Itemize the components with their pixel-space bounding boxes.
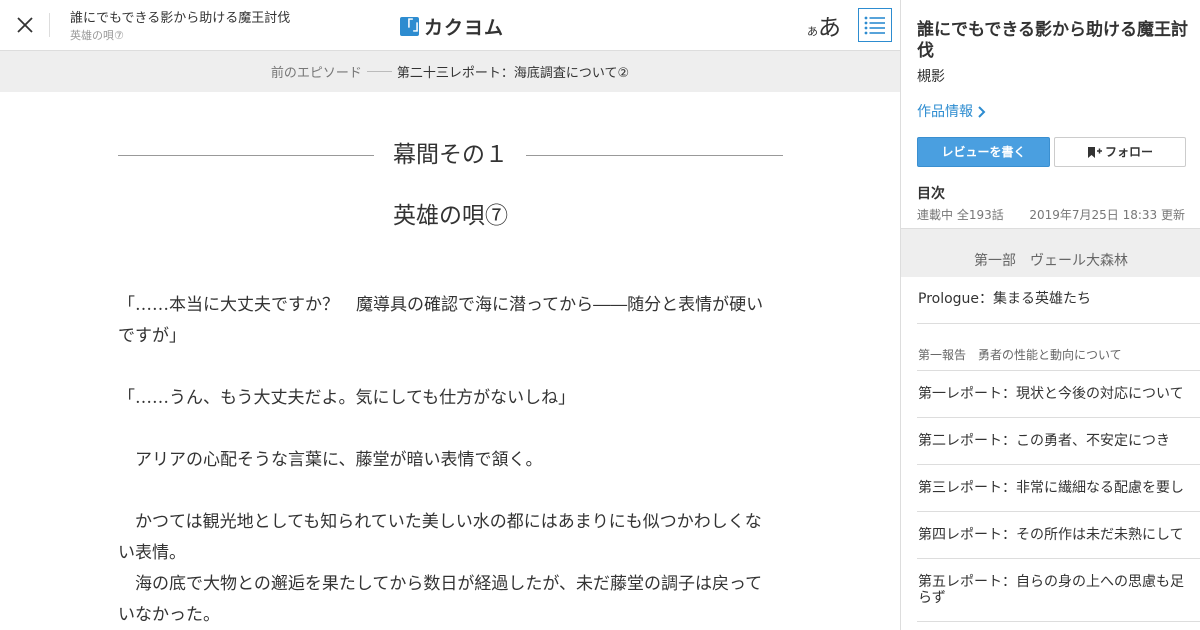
reader-app: 誰にでもできる影から助ける魔王討伐 英雄の唄⑦ 「」 カクヨム ああ 前のエピソ…: [0, 0, 1200, 630]
body-paragraph: 「……本当に大丈夫ですか？ 魔導具の確認で海に潜ってから――随分と表情が硬いです…: [118, 295, 764, 346]
chapter-title: 幕間その１: [393, 142, 508, 168]
previous-episode-bar: 前のエピソード 第二十三レポート：海底調査について②: [0, 51, 900, 92]
bookmark-plus-icon: [1087, 147, 1102, 158]
chevron-right-icon: [978, 106, 986, 118]
episode-body: 「……本当に大丈夫ですか？ 魔導具の確認で海に潜ってから――随分と表情が硬いです…: [118, 290, 778, 630]
body-paragraph: かつては観光地としても知られていた美しい水の都にはあまりにも似つかわしくない表情…: [118, 512, 762, 563]
header-divider: [49, 13, 50, 37]
body-paragraph: [118, 476, 778, 507]
kakuyomu-logo[interactable]: 「」 カクヨム: [400, 13, 504, 40]
work-info-link[interactable]: 作品情報: [917, 101, 986, 121]
episode-title: 英雄の唄⑦: [393, 203, 508, 229]
reader-header: 誰にでもできる影から助ける魔王討伐 英雄の唄⑦ 「」 カクヨム ああ: [0, 0, 900, 51]
follow-button[interactable]: フォロー: [1054, 137, 1186, 167]
toc-episode-link[interactable]: Prologue：集まる英雄たち: [917, 277, 1200, 324]
episode-content: 幕間その１ 英雄の唄⑦ 「……本当に大丈夫ですか？ 魔導具の確認で海に潜ってから…: [0, 92, 900, 630]
header-work-title[interactable]: 誰にでもできる影から助ける魔王討伐: [70, 10, 290, 27]
toc-episode-link[interactable]: 第一レポート：現状と今後の対応について: [917, 371, 1200, 418]
last-updated: 2019年7月25日 18:33 更新: [1029, 208, 1185, 222]
write-review-button[interactable]: レビューを書く: [917, 137, 1050, 167]
list-icon: [864, 16, 885, 35]
sidebar-work-title[interactable]: 誰にでもできる影から助ける魔王討伐: [917, 20, 1192, 62]
header-episode-subtitle: 英雄の唄⑦: [70, 29, 124, 42]
follow-label: フォロー: [1104, 145, 1153, 159]
body-paragraph: アリアの心配そうな言葉に、藤堂が暗い表情で頷く。: [118, 450, 543, 470]
toc-heading: 目次: [917, 186, 945, 202]
body-paragraph: [118, 352, 778, 383]
body-paragraph: [118, 414, 778, 445]
toc-episode-link[interactable]: 第五レポート：自らの身の上への思慮も足らず: [917, 559, 1200, 622]
font-size-large-glyph: あ: [818, 15, 841, 41]
work-info-label: 作品情報: [917, 104, 973, 120]
previous-episode-link[interactable]: 第二十三レポート：海底調査について②: [397, 62, 629, 81]
previous-episode-separator: [366, 71, 392, 72]
part-header: 第一部 ヴェール大森林: [901, 229, 1200, 277]
toc-episode-link[interactable]: 第四レポート：その所作は未だ未熟にして: [917, 512, 1200, 559]
close-button[interactable]: [12, 12, 38, 38]
logo-mark: 「」: [400, 17, 427, 36]
font-size-button[interactable]: ああ: [807, 8, 841, 42]
body-paragraph: 「……うん、もう大丈夫だよ。気にしても仕方がないしね」: [118, 388, 576, 408]
logo-text: カクヨム: [424, 17, 505, 39]
chapter-heading: 幕間その１: [118, 140, 783, 170]
toc-list: Prologue：集まる英雄たち 第一報告 勇者の性能と動向について 第一レポー…: [917, 277, 1200, 622]
body-paragraph: 海の底で大物との邂逅を果たしてから数日が経過したが、未だ藤堂の調子は戻っていなか…: [118, 574, 763, 625]
font-size-small-glyph: あ: [807, 25, 818, 38]
serial-status: 連載中 全193話: [917, 208, 1004, 222]
toc-episode-link[interactable]: 第三レポート：非常に繊細なる配慮を要し: [917, 465, 1200, 512]
toc-episode-link[interactable]: 第二レポート：この勇者、不安定につき: [917, 418, 1200, 465]
toc-section-title: 第一報告 勇者の性能と動向について: [917, 324, 1200, 371]
author-name[interactable]: 槻影: [917, 66, 945, 86]
close-icon: [17, 17, 33, 33]
previous-episode-label: 前のエピソード: [270, 66, 362, 81]
toc-sidebar: 誰にでもできる影から助ける魔王討伐 槻影 作品情報 レビューを書く フォロー 目…: [900, 0, 1200, 630]
toc-toggle-button[interactable]: [858, 8, 892, 42]
